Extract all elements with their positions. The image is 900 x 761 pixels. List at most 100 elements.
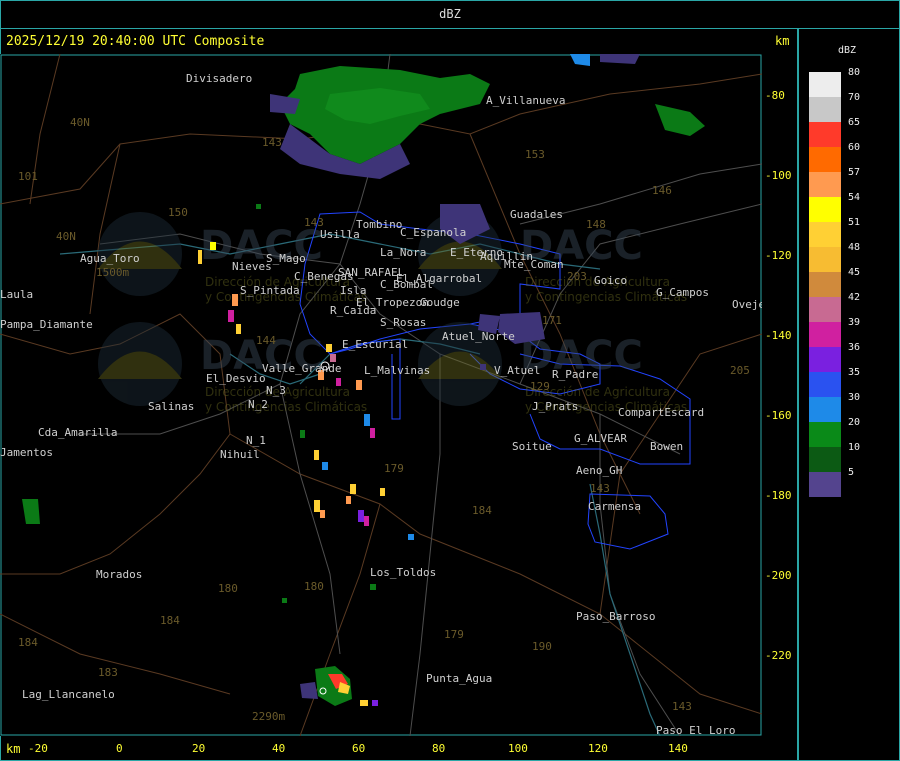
place-label: Paso_El_Loro: [656, 724, 735, 736]
legend-swatch: [809, 97, 841, 122]
legend-label: 42: [848, 292, 861, 303]
legend-label: 35: [848, 367, 861, 378]
legend-swatch: [809, 247, 841, 272]
place-label: Divisadero: [186, 72, 252, 85]
legend-label: 39: [848, 317, 861, 328]
road-number: 148: [586, 218, 606, 231]
panel-divider: [797, 28, 799, 761]
timestamp: 2025/12/19 20:40:00 UTC Composite: [6, 34, 265, 49]
legend-swatch: [809, 347, 841, 372]
axis-unit-top: km: [775, 34, 790, 48]
road-number: 171: [542, 314, 562, 327]
legend-label: 45: [848, 267, 861, 278]
place-label: 40N: [70, 116, 90, 129]
x-tick-label: 80: [432, 742, 446, 755]
y-tick-label: -160: [765, 409, 792, 422]
place-label: G_Campos: [656, 286, 709, 299]
legend-title: dBZ: [838, 45, 857, 56]
road-number: 184: [472, 504, 492, 517]
legend-label: 65: [848, 117, 861, 128]
place-label: N_3: [266, 384, 286, 397]
place-label: S_Rosas: [380, 316, 426, 329]
legend-swatch: [809, 372, 841, 397]
place-label: G_ALVEAR: [574, 432, 627, 445]
legend-swatch: [809, 122, 841, 147]
x-tick-label: 120: [588, 742, 608, 755]
road-number: 153: [525, 148, 545, 161]
road-number: 179: [444, 628, 464, 641]
legend-label: 10: [848, 442, 861, 453]
place-label: E_Escurial: [342, 338, 408, 351]
place-label: Lag_Llancanelo: [22, 688, 115, 701]
place-label: Mte_Coman: [504, 258, 564, 271]
legend-label: 5: [848, 467, 855, 478]
road-number: 183: [98, 666, 118, 679]
y-tick-label: -100: [765, 169, 792, 182]
y-tick-label: -180: [765, 489, 792, 502]
road-number: 184: [18, 636, 38, 649]
legend-swatch: [809, 172, 841, 197]
legend-label: 30: [848, 392, 861, 403]
legend-swatch: [809, 147, 841, 172]
place-label: Goico: [594, 274, 627, 287]
place-label: Agua_Toro: [80, 252, 140, 265]
legend-label: 57: [848, 167, 861, 178]
place-label: Carmensa: [588, 500, 641, 513]
place-label: V_Atuel: [494, 364, 540, 377]
place-label: Goudge: [420, 296, 460, 309]
y-tick-label: -220: [765, 649, 792, 662]
place-label: Bowen: [650, 440, 683, 453]
place-label: El_Desvio: [206, 372, 266, 385]
place-label: S_Mago: [266, 252, 306, 265]
place-label: S_Pintada: [240, 284, 300, 297]
legend-swatch: [809, 222, 841, 247]
place-label: Aeno_GH: [576, 464, 622, 477]
legend-swatch: [809, 447, 841, 472]
place-label: R_Caida: [330, 304, 376, 317]
road-number: 205: [730, 364, 750, 377]
legend-swatch: [809, 72, 841, 97]
x-tick-label: 140: [668, 742, 688, 755]
place-label: Morados: [96, 568, 142, 581]
legend-label: 36: [848, 342, 861, 353]
road-number: 150: [168, 206, 188, 219]
x-tick-label: 60: [352, 742, 366, 755]
legend-swatch: [809, 397, 841, 422]
place-label: Jamentos: [0, 446, 53, 459]
radar-map[interactable]: DACC Dirección de Agricultura y Continge…: [0, 54, 762, 736]
road-number: 143: [590, 482, 610, 495]
road-number: 180: [304, 580, 324, 593]
place-label: Oveje: [732, 298, 762, 311]
y-tick-label: -140: [765, 329, 792, 342]
road-number: 129: [530, 380, 550, 393]
road-number: 146: [652, 184, 672, 197]
place-label: Cda_Amarilla: [38, 426, 117, 439]
place-label: CompartEscard: [618, 406, 704, 419]
place-label: Nihuil: [220, 448, 260, 461]
legend-swatch: [809, 472, 841, 497]
x-tick-label: 20: [192, 742, 206, 755]
place-label: Punta_Agua: [426, 672, 492, 685]
place-label: 40N: [56, 230, 76, 243]
road-number: 143: [672, 700, 692, 713]
legend-label: 60: [848, 142, 861, 153]
place-label: Tombino: [356, 218, 402, 231]
legend-label: 54: [848, 192, 861, 203]
place-label: C_Bombal: [380, 278, 433, 291]
place-label: C_Espanola: [400, 226, 466, 239]
place-label: Guadales: [510, 208, 563, 221]
road-number: 101: [18, 170, 38, 183]
place-label: 1500m: [96, 266, 129, 279]
place-label: Los_Toldos: [370, 566, 436, 579]
legend-label: 48: [848, 242, 861, 253]
road-number: 203: [567, 270, 587, 283]
road-number: 190: [532, 640, 552, 653]
axis-unit-bottom: km: [6, 742, 21, 756]
place-label: L_Malvinas: [364, 364, 430, 377]
legend-swatch: [809, 297, 841, 322]
legend-label: 70: [848, 92, 861, 103]
road-number: 184: [160, 614, 180, 627]
place-label: Paso_Barroso: [576, 610, 655, 623]
place-label: Atuel_Norte: [442, 330, 515, 343]
color-scale: [809, 72, 841, 497]
